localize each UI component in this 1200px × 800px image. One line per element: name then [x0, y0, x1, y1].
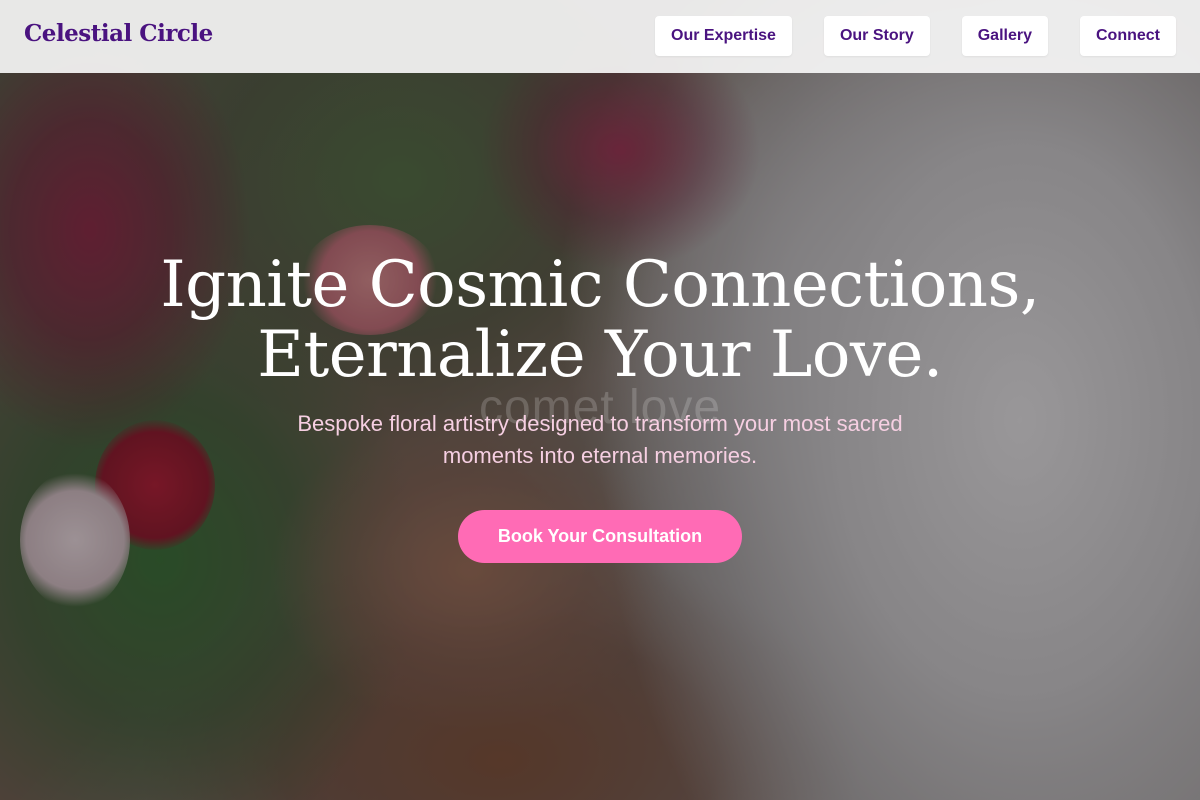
page: Celestial Circle Our Expertise Our Story… — [0, 0, 1200, 800]
hero-subtitle: Bespoke floral artistry designed to tran… — [297, 411, 903, 468]
hero-title-line-1: Ignite Cosmic Connections, — [160, 248, 1040, 322]
site-header: Celestial Circle Our Expertise Our Story… — [0, 0, 1200, 73]
main-nav: Our Expertise Our Story Gallery Connect — [655, 16, 1176, 56]
nav-our-expertise[interactable]: Our Expertise — [655, 16, 792, 56]
nav-gallery[interactable]: Gallery — [961, 16, 1048, 56]
nav-connect[interactable]: Connect — [1080, 16, 1176, 56]
hero-section: Ignite Cosmic Connections, Eternalize Yo… — [0, 250, 1200, 563]
brand-logo[interactable]: Celestial Circle — [24, 20, 213, 47]
book-consultation-button[interactable]: Book Your Consultation — [458, 510, 742, 563]
hero-title: Ignite Cosmic Connections, Eternalize Yo… — [0, 250, 1200, 390]
hero-title-line-2: Eternalize Your Love. — [257, 318, 943, 392]
nav-our-story[interactable]: Our Story — [823, 16, 930, 56]
